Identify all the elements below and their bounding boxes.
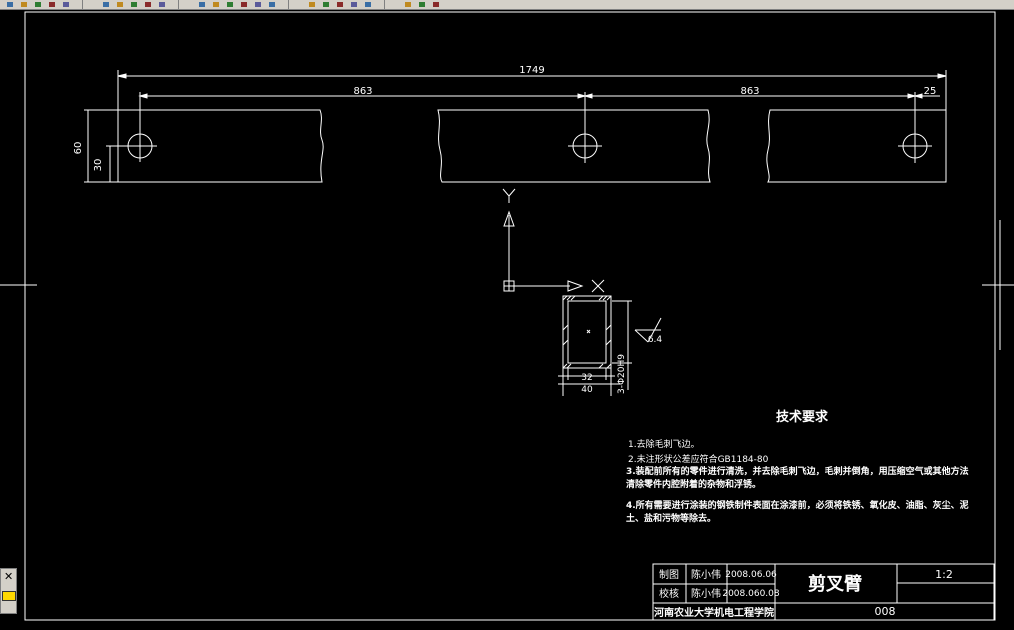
print-icon[interactable]: [46, 0, 57, 8]
ucs-icon: [502, 188, 605, 293]
dim-spans: [138, 92, 940, 146]
scale-text: 1:2: [935, 568, 953, 581]
checked-date: 2008.060.08: [722, 589, 780, 599]
drawing-canvas[interactable]: 1749 863 863 25 60 30 Y X 32 40 3-Φ20H9 …: [0, 10, 1014, 630]
zoom-realtime-icon[interactable]: [224, 0, 235, 8]
hole-middle: [568, 129, 602, 163]
dim-section-width-text: 40: [581, 385, 593, 395]
layer-icon[interactable]: [416, 0, 427, 8]
institution-text: 河南农业大学机电工程学院: [654, 606, 774, 619]
undo-icon[interactable]: [156, 0, 167, 8]
tech-req-item-2: 2.未注形状公差应符合GB1184-80: [628, 453, 769, 465]
new-icon[interactable]: [4, 0, 15, 8]
cut-icon[interactable]: [100, 0, 111, 8]
dim-right-span-text: 863: [740, 86, 759, 97]
hole-left: [125, 130, 157, 162]
toolbar-separator: [288, 0, 289, 9]
roughness-text: 6.4: [648, 335, 663, 345]
match-icon[interactable]: [142, 0, 153, 8]
section-hatch: [562, 295, 612, 369]
hole-right: [898, 129, 932, 163]
markup-icon[interactable]: [348, 0, 359, 8]
tech-req-title: 技术要求: [776, 409, 829, 425]
pan-icon[interactable]: [210, 0, 221, 8]
toolbar-separator: [384, 0, 385, 9]
toolbar: [0, 0, 1014, 10]
dim-left-span-text: 863: [353, 86, 372, 97]
part-name: 剪叉臂: [808, 573, 862, 595]
palette-swatch[interactable]: [2, 591, 16, 601]
dim-half-height-text: 30: [93, 159, 104, 172]
tech-req-item-1: 1.去除毛刺飞边。: [628, 438, 700, 450]
checked-name: 陈小伟: [691, 587, 721, 600]
tech-req-item-4: 4.所有需要进行涂装的钢铁制件表面在涂漆前，必须将铁锈、氧化皮、油脂、灰尘、泥土…: [626, 501, 969, 524]
hole-note-text: 3-Φ20H9: [617, 354, 627, 394]
side-palette[interactable]: ✕: [0, 568, 17, 614]
tech-req-item-4-box: 4.所有需要进行涂装的钢铁制件表面在涂漆前，必须将铁锈、氧化皮、油脂、灰尘、泥土…: [626, 501, 969, 524]
zoom-previous-icon[interactable]: [252, 0, 263, 8]
help-icon[interactable]: [402, 0, 413, 8]
toolbar-separator: [178, 0, 179, 9]
drawn-label: 制图: [659, 568, 679, 581]
dim-heights: [84, 109, 128, 183]
dim-end-offset-text: 25: [924, 86, 937, 97]
tech-req-item-3: 3.装配前所有的零件进行清洗，并去除毛刺飞边，毛刺并倒角，用压缩空气或其他方法清…: [626, 467, 969, 490]
tech-req-item-3-box: 3.装配前所有的零件进行清洗，并去除毛刺飞边，毛刺并倒角，用压缩空气或其他方法清…: [626, 467, 969, 490]
zoom-window-icon[interactable]: [238, 0, 249, 8]
copy-icon[interactable]: [114, 0, 125, 8]
toolpalette-icon[interactable]: [320, 0, 331, 8]
checked-label: 校核: [659, 587, 679, 600]
dim-overall-text: 1749: [519, 65, 544, 76]
sheetset-icon[interactable]: [334, 0, 345, 8]
drawing-number: 008: [875, 605, 896, 618]
dim-height-text: 60: [73, 142, 84, 155]
close-icon[interactable]: ✕: [4, 570, 13, 583]
toolbar-separator: [82, 0, 83, 9]
properties-icon[interactable]: [266, 0, 277, 8]
redo-icon[interactable]: [196, 0, 207, 8]
designcenter-icon[interactable]: [306, 0, 317, 8]
ucs-x-label: X: [606, 283, 607, 285]
ucs-y-label: Y: [515, 191, 516, 193]
preview-icon[interactable]: [60, 0, 71, 8]
calc-icon[interactable]: [362, 0, 373, 8]
dim-overall: [117, 70, 947, 112]
paste-icon[interactable]: [128, 0, 139, 8]
layer-state-icon[interactable]: [430, 0, 441, 8]
drawn-name: 陈小伟: [691, 568, 721, 581]
section-view: [558, 295, 662, 396]
save-icon[interactable]: [32, 0, 43, 8]
open-icon[interactable]: [18, 0, 29, 8]
dim-section-height-text: 32: [581, 373, 592, 383]
drawn-date: 2008.06.06: [725, 570, 777, 580]
